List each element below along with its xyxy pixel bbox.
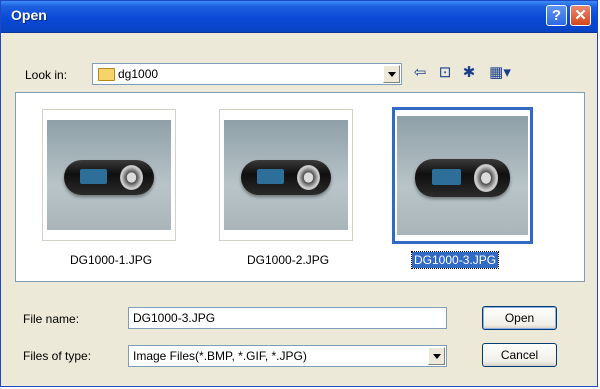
files-of-type-label: Files of type: <box>23 349 92 363</box>
photo-image <box>397 116 528 235</box>
thumbnail-dg1000-1[interactable] <box>42 109 176 241</box>
photo-image <box>47 120 171 230</box>
new-folder-icon[interactable]: ✱ <box>459 63 479 83</box>
chevron-down-icon[interactable] <box>428 347 445 365</box>
files-of-type-value: Image Files(*.BMP, *.GIF, *.JPG) <box>133 349 307 363</box>
files-of-type-select[interactable]: Image Files(*.BMP, *.GIF, *.JPG) <box>128 345 447 367</box>
file-name-label-selected[interactable]: DG1000-3.JPG <box>410 251 500 269</box>
file-name-label[interactable]: DG1000-2.JPG <box>245 252 331 268</box>
views-menu-icon[interactable]: ▦▾ <box>487 63 513 83</box>
up-folder-icon[interactable]: ⊡ <box>435 63 455 83</box>
title-bar[interactable]: Open ? ✕ <box>1 1 597 33</box>
look-in-value: dg1000 <box>118 67 159 81</box>
file-name-input[interactable]: DG1000-3.JPG <box>128 307 447 329</box>
file-name-label: File name: <box>23 312 80 326</box>
thumbnail-dg1000-3[interactable] <box>392 107 533 244</box>
folder-icon <box>98 68 115 81</box>
file-name-label[interactable]: DG1000-1.JPG <box>68 252 154 268</box>
open-button[interactable]: Open <box>482 306 557 330</box>
look-in-label: Look in: <box>25 68 68 82</box>
open-dialog: Open ? ✕ Look in: dg1000 ⇦ ⊡ ✱ ▦▾ DG1000… <box>0 0 598 387</box>
chevron-down-icon[interactable] <box>383 65 400 83</box>
help-button[interactable]: ? <box>546 5 567 26</box>
photo-image <box>224 120 348 230</box>
cancel-button[interactable]: Cancel <box>482 343 557 367</box>
mp3-player-image <box>241 159 331 195</box>
window-title: Open <box>11 7 47 23</box>
back-icon[interactable]: ⇦ <box>410 63 430 83</box>
mp3-player-image <box>415 158 510 197</box>
file-name-value: DG1000-3.JPG <box>133 311 216 325</box>
mp3-player-image <box>64 159 154 195</box>
file-list[interactable]: DG1000-1.JPG DG1000-2.JPG DG1000-3.JPG <box>15 92 585 282</box>
look-in-select[interactable]: dg1000 <box>92 63 402 85</box>
close-button[interactable]: ✕ <box>570 5 591 26</box>
thumbnail-dg1000-2[interactable] <box>219 109 353 241</box>
